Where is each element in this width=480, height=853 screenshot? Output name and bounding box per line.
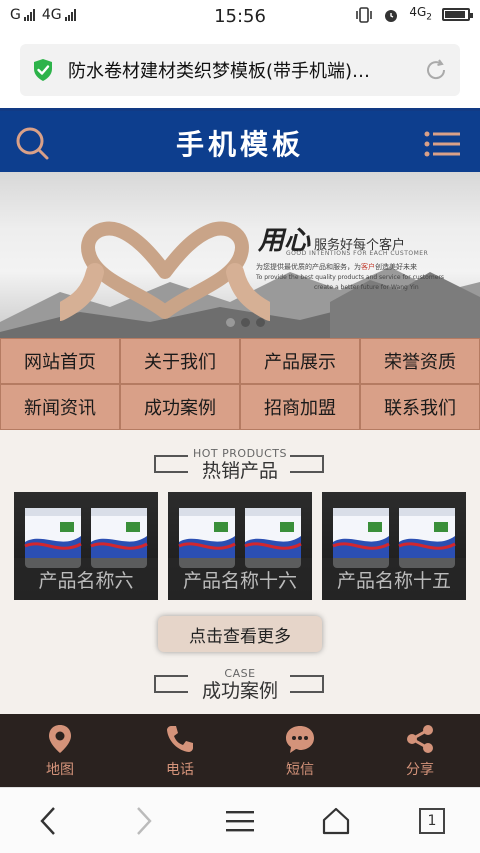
hot-products-heading-cn: 热销产品 (201, 460, 278, 482)
network-type: 4G2 (409, 5, 432, 23)
product-list: 产品名称六 产品名称十六 产品名称十五 (14, 492, 468, 600)
phone-icon (167, 725, 193, 752)
carousel-dot[interactable] (256, 318, 265, 327)
bottom-item-label: 短信 (286, 761, 314, 778)
product-card[interactable]: 产品名称十六 (168, 492, 312, 600)
menu-icon[interactable] (424, 131, 460, 157)
alarm-icon (385, 9, 398, 22)
status-bar: G 4G 15:56 4G2 (0, 0, 480, 34)
share-icon (407, 724, 433, 753)
bottom-item-label: 地图 (46, 761, 74, 778)
site-title: 手机模板 (175, 128, 304, 161)
bottom-item-label: 分享 (406, 761, 434, 778)
heading-bracket-left (154, 675, 188, 693)
nav-item-home[interactable]: 网站首页 (1, 339, 119, 383)
product-card[interactable]: 产品名称六 (14, 492, 158, 600)
tab-count: 1 (419, 807, 445, 834)
forward-button[interactable] (124, 801, 164, 841)
reload-icon[interactable] (424, 58, 448, 82)
site-header: 手机模板 (0, 108, 480, 172)
chevron-left-icon (40, 806, 55, 835)
banner-subtitle: GOOD INTENTIONS FOR EACH CUSTOMER (286, 250, 429, 257)
address-bar[interactable]: 防水卷材建材类织梦模板(带手机端)… (20, 44, 460, 96)
home-icon (322, 807, 350, 834)
back-button[interactable] (28, 801, 68, 841)
main-content: HOT PRODUCTS 热销产品 产品名称六 产品名称十六 产品名称十五 点击… (0, 430, 480, 715)
bottom-toolbar: 地图 电话 短信 分享 (0, 714, 480, 787)
nav-item-honors[interactable]: 荣誉资质 (361, 339, 479, 383)
carousel-dot[interactable] (241, 318, 250, 327)
nav-item-cases[interactable]: 成功案例 (121, 385, 239, 429)
battery-icon (442, 8, 473, 22)
browser-navigation: 1 (0, 787, 480, 853)
heart-hands-image (60, 221, 270, 321)
bottom-item-label: 电话 (166, 761, 194, 778)
chevron-right-icon (137, 806, 152, 835)
bottom-item-share[interactable]: 分享 (360, 714, 480, 787)
nav-item-news[interactable]: 新闻资讯 (1, 385, 119, 429)
carousel-dot[interactable] (226, 318, 235, 327)
carousel-dots (226, 318, 265, 327)
map-pin-icon (49, 724, 71, 753)
heading-bracket-right (290, 675, 324, 693)
view-more-button[interactable]: 点击查看更多 (158, 616, 322, 652)
hero-banner[interactable]: 用心 服务好每个客户 GOOD INTENTIONS FOR EACH CUSTO… (0, 172, 480, 338)
hot-products-heading: HOT PRODUCTS 热销产品 (0, 447, 480, 483)
security-shield-icon (34, 59, 52, 81)
nav-item-contact[interactable]: 联系我们 (361, 385, 479, 429)
hot-products-heading-en: HOT PRODUCTS (193, 447, 287, 460)
status-icons: 4G2 (355, 5, 473, 23)
home-button[interactable] (316, 801, 356, 841)
menu-button[interactable] (220, 801, 260, 841)
heading-bracket-left (154, 455, 188, 473)
nav-item-about[interactable]: 关于我们 (121, 339, 239, 383)
product-name: 产品名称十六 (168, 558, 312, 600)
banner-desc-line2: To provide the best quality products and… (256, 274, 444, 281)
banner-desc-line3: create a better future for Wang Yin (314, 284, 419, 291)
bottom-item-map[interactable]: 地图 (0, 714, 120, 787)
hamburger-icon (226, 810, 254, 831)
bottom-item-sms[interactable]: 短信 (240, 714, 360, 787)
case-heading-cn: 成功案例 (201, 680, 278, 702)
main-nav: 网站首页 关于我们 产品展示 荣誉资质 新闻资讯 成功案例 招商加盟 联系我们 (0, 338, 480, 430)
product-name: 产品名称十五 (322, 558, 466, 600)
case-heading: CASE 成功案例 (0, 667, 480, 703)
sms-icon (286, 725, 314, 753)
product-card[interactable]: 产品名称十五 (322, 492, 466, 600)
nav-item-franchise[interactable]: 招商加盟 (241, 385, 359, 429)
heading-bracket-right (290, 455, 324, 473)
banner-desc-line1: 为您提供最优质的产品和服务，为客户创造美好未来 (256, 263, 417, 271)
tabs-button[interactable]: 1 (412, 801, 452, 841)
nav-item-products[interactable]: 产品展示 (241, 339, 359, 383)
case-heading-en: CASE (224, 667, 256, 680)
vibrate-icon (356, 6, 373, 23)
product-name: 产品名称六 (14, 558, 158, 600)
bottom-item-phone[interactable]: 电话 (120, 714, 240, 787)
page-title[interactable]: 防水卷材建材类织梦模板(带手机端)… (68, 57, 414, 83)
